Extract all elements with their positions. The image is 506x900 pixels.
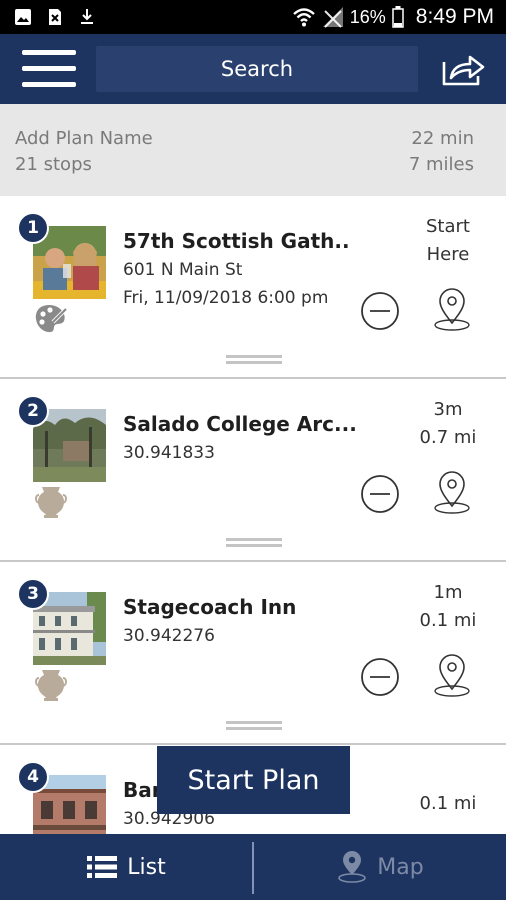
share-icon[interactable] [440, 52, 486, 88]
plan-name-field[interactable]: Add Plan Name [15, 128, 153, 149]
tab-map-label: Map [377, 854, 424, 880]
start-plan-button[interactable]: Start Plan [157, 746, 350, 814]
stop-title[interactable]: 57th Scottish Gath.. [123, 229, 350, 253]
location-pin-icon[interactable] [432, 287, 472, 333]
stop-datetime: Fri, 11/09/2018 6:00 pm [123, 288, 329, 308]
plan-summary: Add Plan Name 21 stops 22 min 7 miles [0, 104, 506, 196]
remove-stop-icon[interactable] [360, 474, 400, 514]
stop-time: 3m [433, 399, 463, 420]
location-pin-icon[interactable] [432, 653, 472, 699]
drag-handle[interactable] [226, 355, 282, 365]
historic-vase-icon [35, 670, 67, 701]
stop-coordinate: 30.942276 [123, 626, 215, 646]
hamburger-menu-icon[interactable] [22, 50, 76, 88]
stop-number: 3 [17, 578, 49, 610]
download-icon [81, 9, 93, 24]
stop-distance: 0.7 mi [419, 427, 477, 448]
stop-number: 1 [17, 212, 49, 244]
wifi-icon [292, 8, 315, 27]
list-icon [87, 856, 118, 878]
status-bar: 16% 8:49 PM [0, 0, 506, 34]
search-button[interactable]: Search [96, 46, 418, 92]
plan-stop-count: 21 stops [15, 154, 92, 175]
stop-time: 1m [433, 582, 463, 603]
arts-palette-icon [35, 305, 68, 333]
drag-handle[interactable] [226, 538, 282, 548]
drag-handle[interactable] [226, 721, 282, 731]
app-header: Search [0, 34, 506, 104]
tab-list-label: List [127, 854, 166, 880]
stop-title[interactable]: Salado College Arc... [123, 412, 357, 436]
remove-stop-icon[interactable] [360, 657, 400, 697]
stop-distance: Here [426, 244, 470, 265]
stop-item[interactable]: 3 Stagecoach Inn 30.942276 1m 0.1 mi [0, 562, 506, 745]
clock: 8:49 PM [415, 5, 494, 28]
stop-time: Start [426, 216, 470, 237]
location-pin-icon[interactable] [432, 470, 472, 516]
stop-address: 601 N Main St [123, 260, 243, 280]
remove-stop-icon[interactable] [360, 291, 400, 331]
stop-distance: 0.1 mi [419, 610, 477, 631]
tab-map[interactable]: Map [255, 834, 506, 900]
historic-vase-icon [35, 487, 67, 518]
plan-distance: 7 miles [408, 154, 474, 175]
file-icon [49, 9, 61, 25]
stop-coordinate: 30.941833 [123, 443, 215, 463]
plan-duration: 22 min [411, 128, 474, 149]
battery-icon [392, 6, 404, 28]
tab-list[interactable]: List [0, 834, 253, 900]
battery-percent: 16% [349, 6, 386, 27]
stop-distance: 0.1 mi [419, 793, 477, 814]
stop-title[interactable]: Bar [123, 778, 162, 802]
image-icon [15, 9, 31, 25]
map-pin-icon [338, 851, 367, 883]
search-label: Search [220, 57, 294, 81]
no-signal-icon [322, 7, 343, 28]
bottom-nav: List Map [0, 834, 506, 900]
stop-number: 2 [17, 395, 49, 427]
stop-number: 4 [17, 761, 49, 793]
nav-divider [252, 842, 254, 894]
stop-item[interactable]: 1 57th Scottish Gath.. 601 N Main St Fri… [0, 196, 506, 379]
stop-item[interactable]: 2 Salado College Arc... 30.941833 3m 0.7… [0, 379, 506, 562]
stop-title[interactable]: Stagecoach Inn [123, 595, 296, 619]
